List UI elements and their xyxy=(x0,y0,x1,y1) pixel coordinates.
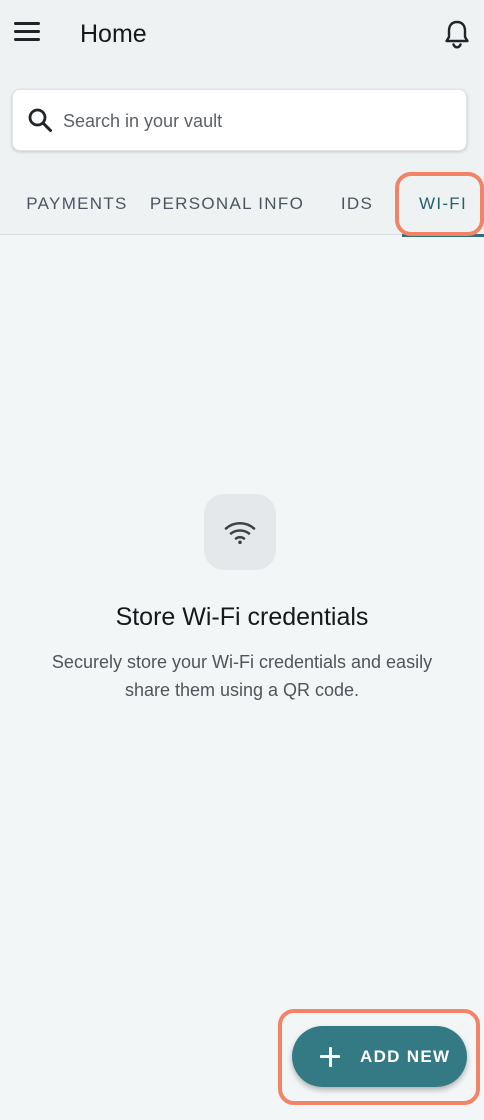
page-title: Home xyxy=(80,20,147,48)
empty-state-title: Store Wi-Fi credentials xyxy=(115,603,369,631)
tab-label: IDS xyxy=(340,193,374,213)
empty-state-description: Securely store your Wi-Fi credentials an… xyxy=(51,652,433,700)
plus-icon xyxy=(320,1046,340,1067)
search-input[interactable] xyxy=(63,104,443,138)
notifications-button[interactable] xyxy=(442,18,472,50)
top-bar: Home xyxy=(0,0,484,70)
menu-button[interactable] xyxy=(14,22,40,44)
add-new-button[interactable]: ADD NEW xyxy=(292,1026,467,1087)
empty-state-icon-container xyxy=(204,494,276,570)
tab-wifi[interactable]: WI-FI xyxy=(402,172,484,237)
add-new-label: ADD NEW xyxy=(360,1046,451,1066)
tab-label: WI-FI xyxy=(418,193,468,213)
wifi-icon xyxy=(224,521,256,545)
app-header: Home PAYMENTS PERSONAL INFO IDS WI-FI xyxy=(0,0,484,237)
tab-label: PERSONAL INFO xyxy=(149,193,305,213)
bell-icon xyxy=(445,20,469,49)
search-icon xyxy=(28,108,52,132)
active-tab-indicator xyxy=(402,234,484,237)
search-bar[interactable] xyxy=(12,89,467,151)
category-tabs: PAYMENTS PERSONAL INFO IDS WI-FI xyxy=(0,172,484,237)
menu-icon xyxy=(14,22,40,41)
tab-ids[interactable]: IDS xyxy=(326,172,388,235)
tab-personal-info[interactable]: PERSONAL INFO xyxy=(148,172,306,235)
tab-label: PAYMENTS xyxy=(26,193,128,213)
tab-payments[interactable]: PAYMENTS xyxy=(14,172,140,235)
